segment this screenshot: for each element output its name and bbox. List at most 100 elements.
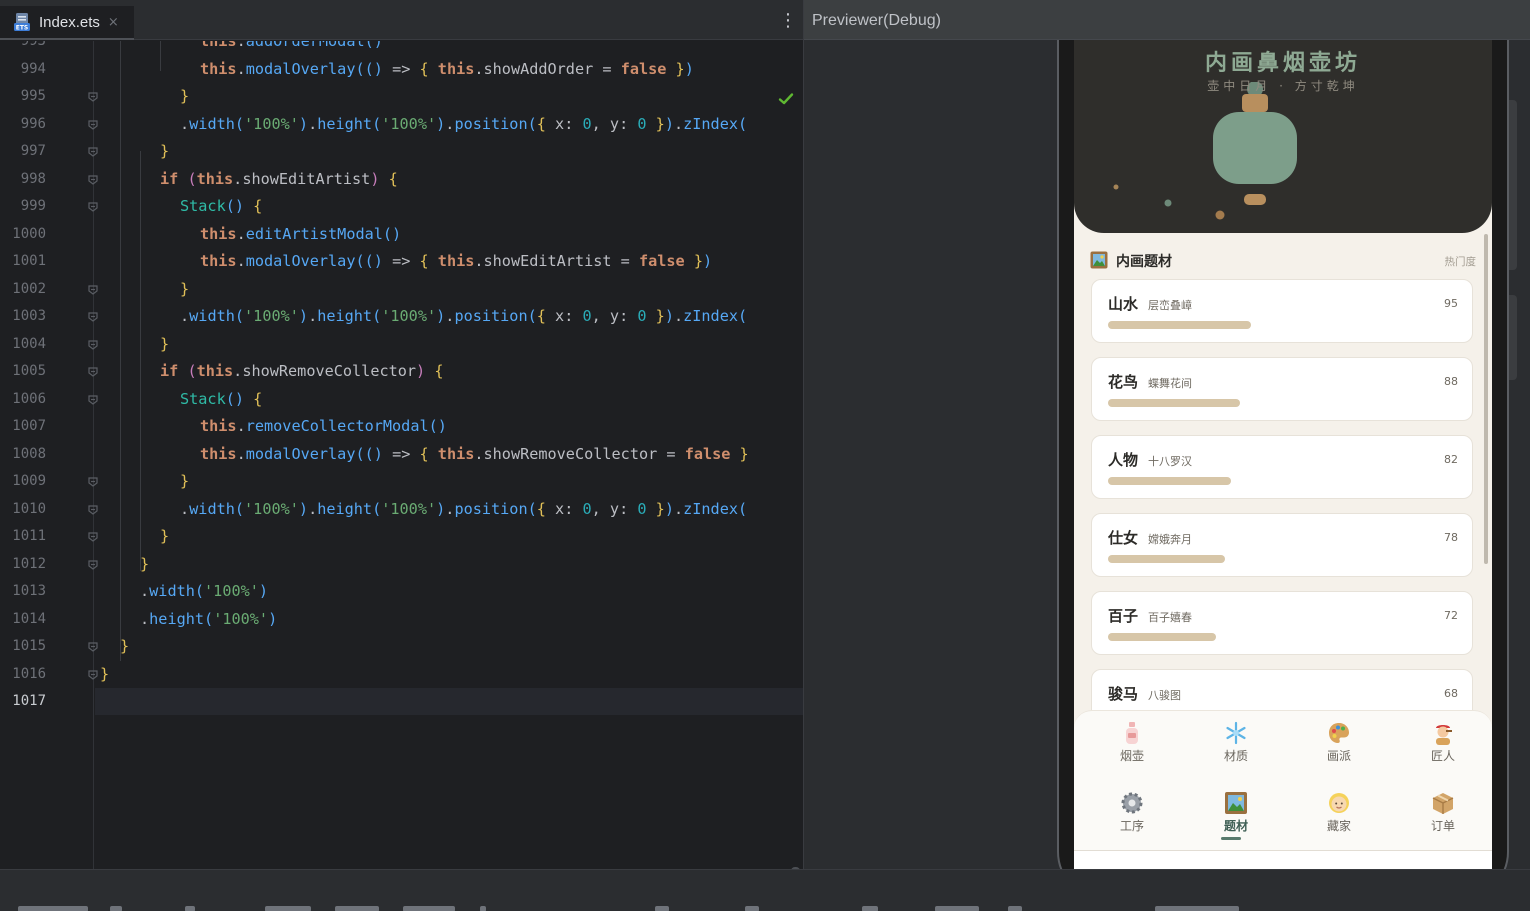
code-token: ) [373,252,383,270]
status-bar-item[interactable] [110,906,122,911]
code-line: .width('100%').height('100%').position({… [180,303,747,330]
nav-item-3[interactable]: 画派 [1299,721,1379,777]
status-bar-item[interactable] [655,906,669,911]
code-line: this.modalOverlay(() => { this.showRemov… [200,441,749,468]
topic-card[interactable]: 仕女 嫦娥奔月 78 [1091,513,1473,577]
topic-card[interactable]: 山水 层峦叠嶂 95 [1091,279,1473,343]
nav-item-4[interactable]: 匠人 [1403,721,1483,777]
code-token: width [149,582,195,600]
previewer-title: Previewer(Debug) [812,12,941,29]
fold-marker-icon[interactable] [87,641,99,653]
fold-marker-icon[interactable] [87,531,99,543]
device-side-button [1509,295,1517,380]
nav-item-1[interactable]: 烟壶 [1092,721,1172,777]
code-token: ) [298,499,309,518]
nav-item-7[interactable]: 藏家 [1299,791,1379,847]
indent-guide [140,151,141,571]
line-number: 1016 [12,665,46,682]
code-line: Stack() { [180,193,262,220]
code-token: ( [234,114,245,133]
list-scrollbar[interactable] [1484,234,1488,564]
status-bar [0,869,1530,911]
status-bar-item[interactable] [265,906,311,911]
nav-item-8[interactable]: 订单 [1403,791,1483,847]
code-token: height [317,114,373,133]
code-token: , y: [591,114,638,133]
code-token: zIndex [683,307,738,325]
code-token: () [382,224,402,243]
code-token: width [189,307,235,325]
code-editor[interactable]: ETS Index.ets × ⋮ 993 994 995 996 997 998 999 1… [0,0,803,911]
nav-item-5[interactable]: 工序 [1092,791,1172,847]
more-options-icon[interactable]: ⋮ [778,10,798,32]
tab-index-ets[interactable]: ETS Index.ets × [0,6,134,40]
topic-card[interactable]: 人物 十八罗汉 82 [1091,435,1473,499]
popularity-bar [1108,321,1251,329]
code-token: . [236,224,246,243]
code-token: { [536,307,556,325]
fold-marker-icon[interactable] [87,119,99,131]
active-tab-indicator [1221,837,1241,840]
fold-marker-icon[interactable] [87,476,99,488]
code-token: height [317,307,373,325]
close-icon[interactable]: × [108,15,119,30]
line-number: 1000 [12,225,46,242]
fold-marker-icon[interactable] [87,394,99,406]
nav-item-2[interactable]: 材质 [1196,721,1276,777]
gear-icon [1120,791,1144,815]
topic-card[interactable]: 百子 百子嬉春 72 [1091,591,1473,655]
code-token: zIndex [683,114,738,133]
status-bar-item[interactable] [335,906,379,911]
code-token: width [189,499,235,518]
line-number: 1011 [12,528,46,544]
code-token: position [454,114,528,133]
fold-marker-icon[interactable] [87,91,99,103]
fold-marker-icon[interactable] [87,201,99,213]
nav-label: 画派 [1326,749,1351,763]
decorative-dots [1113,184,1225,220]
status-bar-item[interactable] [480,906,486,911]
inspection-ok-icon[interactable] [778,91,794,107]
fold-marker-icon[interactable] [87,174,99,186]
fold-marker-icon[interactable] [87,504,99,516]
status-bar-item[interactable] [1008,906,1022,911]
fold-marker-icon[interactable] [87,366,99,378]
fold-marker-icon[interactable] [87,146,99,158]
code-token: .showRemoveCollector [233,362,417,380]
popularity-label[interactable]: 热门度 [1445,254,1477,269]
nav-label: 藏家 [1326,819,1351,833]
nav-label: 匠人 [1430,749,1455,763]
code-token: '100%' [244,114,299,133]
code-token: false [638,252,685,270]
code-area[interactable]: 993 994 995 996 997 998 999 1000 1001 1002 1003 100… [0,41,803,869]
nav-label: 题材 [1223,819,1248,833]
code-token: ( [372,307,382,325]
status-bar-item[interactable] [1155,906,1239,911]
nav-label: 烟壶 [1119,749,1144,763]
code-token: => [382,252,420,270]
status-bar-item[interactable] [185,906,195,911]
status-bar-item[interactable] [745,906,759,911]
fold-marker-icon[interactable] [87,311,99,323]
code-token: (( [355,444,374,463]
topic-card[interactable]: 花鸟 蝶舞花间 88 [1091,357,1473,421]
fold-marker-icon[interactable] [87,339,99,351]
artist-icon [1431,721,1455,745]
code-line: } [160,331,169,358]
status-bar-item[interactable] [935,906,979,911]
status-bar-item[interactable] [18,906,88,911]
code-token: { [244,389,263,408]
status-bar-item[interactable] [403,906,455,911]
status-bar-item[interactable] [862,906,878,911]
code-token: . [140,609,150,628]
fold-marker-icon[interactable] [87,669,99,681]
code-token: .showRemoveCollector = [474,444,685,463]
code-token: } [646,114,665,133]
topic-name: 花鸟 [1108,373,1139,391]
topic-example: 十八罗汉 [1148,455,1192,468]
fold-marker-icon[interactable] [87,284,99,296]
code-line: if (this.showRemoveCollector) { [160,358,444,385]
code-token: this [200,444,237,463]
device-screen[interactable]: 内画鼻烟壶坊 壶中日月 · 方寸乾坤 内画题材 热门度 山水 层峦叠嶂 95 花鸟 蝶舞… [1074,40,1492,884]
fold-marker-icon[interactable] [87,559,99,571]
